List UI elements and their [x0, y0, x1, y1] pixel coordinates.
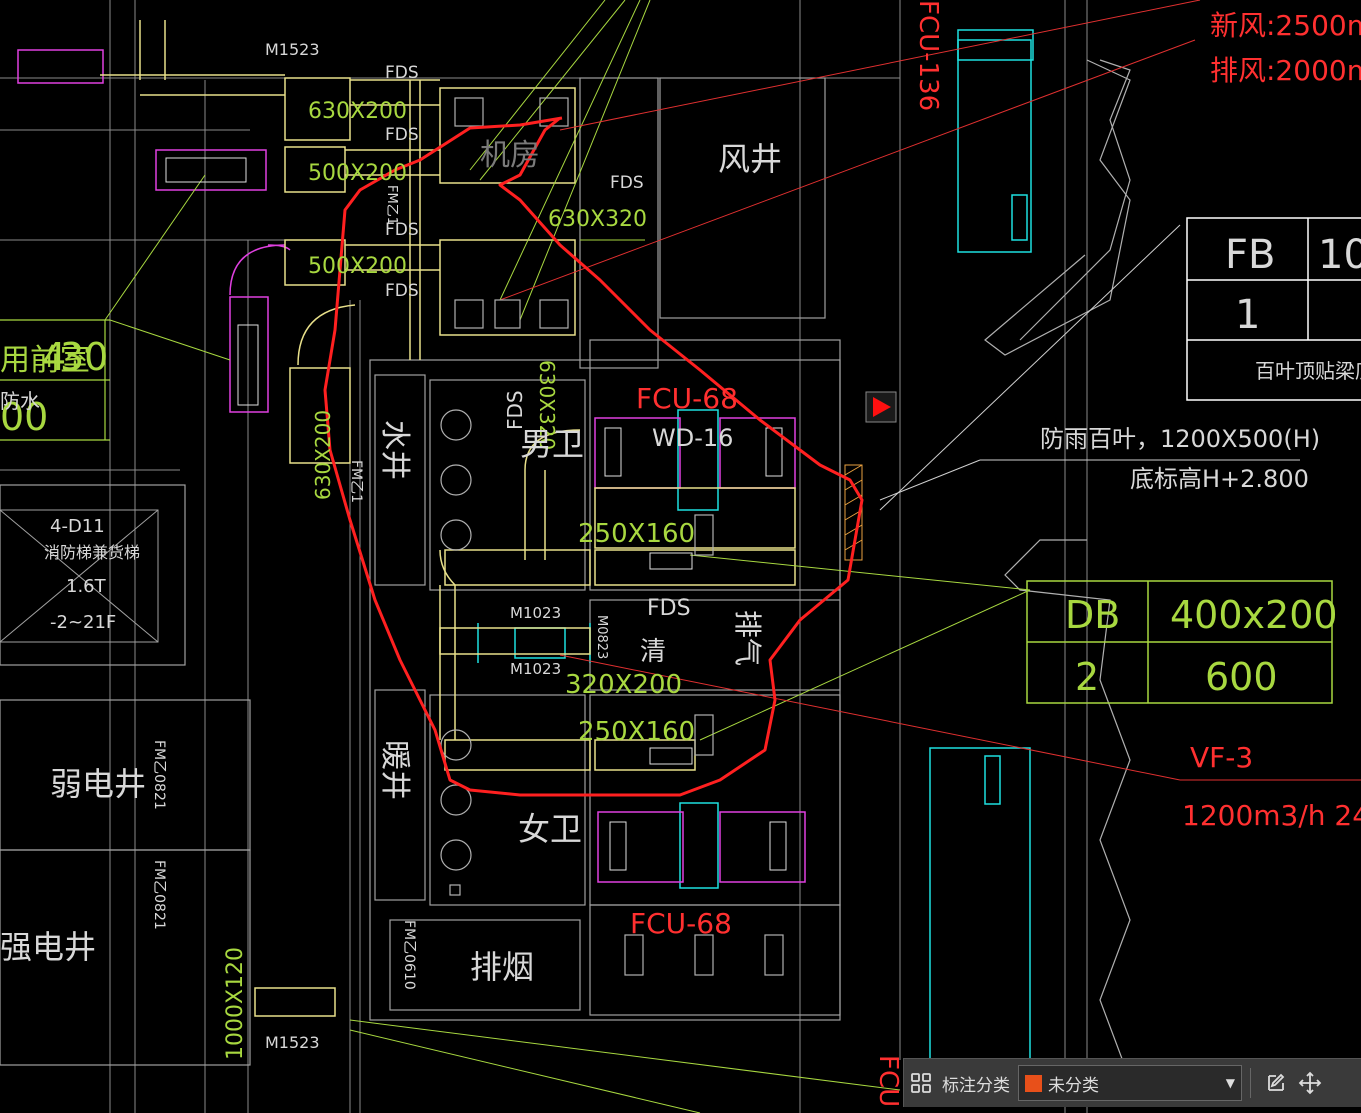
duct-size-9: 250X160	[578, 717, 695, 747]
exhaust-room-label: 排气	[731, 610, 764, 666]
heat-shaft-label: 暖井	[377, 740, 412, 800]
fire-door-2: FM乙0821	[151, 740, 167, 810]
fire-door-5: FM乙1	[348, 460, 364, 503]
fire-door-1: FM乙1	[384, 185, 399, 225]
strong-current-shaft-label: 强电井	[0, 928, 96, 966]
fire-door-4: FM乙0610	[401, 920, 417, 990]
elevator-name: 消防梯兼货梯	[44, 543, 140, 562]
category-select-value: 未分类	[1048, 1075, 1099, 1096]
db-row-index: 2	[1075, 655, 1099, 699]
fresh-air-label: 新风:2500m3/	[1210, 9, 1361, 42]
fire-door-3: FM乙0821	[151, 860, 167, 930]
machine-room-label: 机房	[480, 138, 540, 173]
duct-size-4: 630X320	[548, 207, 647, 232]
cad-drawing-canvas[interactable]: 新风:2500m3/ 排风:2000m3/ FCU-136 FCU-68 FCU…	[0, 0, 1361, 1113]
db-title: DB	[1065, 593, 1120, 637]
wind-shaft-label: 风井	[718, 140, 782, 178]
grid-icon[interactable]	[904, 1066, 938, 1100]
fds-label-2: FDS	[385, 125, 419, 145]
duct-size-1: 630X200	[308, 99, 407, 124]
vf3-label: VF-3	[1190, 741, 1253, 774]
elevator-load: 1.6T	[66, 576, 107, 597]
duct-size-7: 250X160	[578, 519, 695, 549]
fds-label-4: FDS	[385, 281, 419, 301]
fds-label-1: FDS	[385, 63, 419, 83]
fb-row-index: 1	[1235, 292, 1260, 338]
fds-label-5: FDS	[610, 173, 644, 193]
fcu-edge-label: FCU	[873, 1055, 903, 1107]
louver-note-2: 底标高H+2.800	[1130, 465, 1309, 493]
fcu68-bottom-label: FCU-68	[630, 907, 732, 940]
db-row-value: 600	[1205, 655, 1278, 699]
fcu136-label: FCU-136	[913, 0, 943, 111]
mens-toilet-label: 男卫	[520, 425, 584, 463]
duct-size-10: 1000X120	[223, 947, 248, 1060]
duct-size-3: 500X200	[308, 254, 407, 279]
left-fragment-1: 用前室	[0, 343, 90, 378]
weak-current-shaft-label: 弱电井	[50, 765, 146, 803]
door-m1023-b: M1023	[510, 660, 561, 678]
duct-size-8: 320X200	[565, 670, 682, 700]
annotation-toolbar: 标注分类 未分类 ▼	[903, 1058, 1361, 1107]
left-fragment-2: 防水	[0, 389, 40, 413]
elevator-id: 4-D11	[50, 516, 105, 537]
fds-label-6: FDS	[647, 596, 691, 621]
caret-down-icon: ▼	[1225, 1076, 1235, 1090]
fb-size: 100	[1318, 232, 1361, 278]
smoke-exhaust-label: 排烟	[470, 948, 534, 986]
fb-title: FB	[1225, 232, 1275, 278]
category-select[interactable]: 未分类 ▼	[1018, 1065, 1242, 1101]
db-size: 400x200	[1170, 593, 1338, 637]
water-shaft-label: 水井	[377, 420, 412, 480]
door-m0823: M0823	[594, 615, 609, 659]
red-play-marker	[865, 391, 897, 423]
fcu68-top-label: FCU-68	[636, 382, 738, 415]
door-m1023-a: M1023	[510, 604, 561, 622]
duct-size-2: 500X200	[308, 161, 407, 186]
door-m1523-bottom: M1523	[265, 1033, 320, 1052]
category-color-swatch	[1025, 1074, 1042, 1092]
wd-label: WD-16	[652, 424, 733, 452]
vf3-flow-label: 1200m3/h 240	[1182, 799, 1361, 832]
move-icon[interactable]	[1293, 1066, 1327, 1100]
edit-icon[interactable]	[1259, 1066, 1293, 1100]
duct-size-6: 630X200	[311, 410, 335, 500]
womens-toilet-label: 女卫	[518, 810, 582, 848]
louver-note-1: 防雨百叶，1200X500(H)	[1040, 425, 1320, 453]
toolbar-divider	[1250, 1068, 1251, 1098]
exhaust-air-label: 排风:2000m3/	[1210, 54, 1361, 87]
annotation-category-label: 标注分类	[942, 1075, 1010, 1096]
elevator-floors: -2~21F	[50, 612, 116, 633]
cleaning-room-label: 清	[640, 637, 666, 667]
door-m1523-top: M1523	[265, 40, 320, 59]
fb-note: 百叶顶贴梁底,请	[1255, 359, 1361, 383]
